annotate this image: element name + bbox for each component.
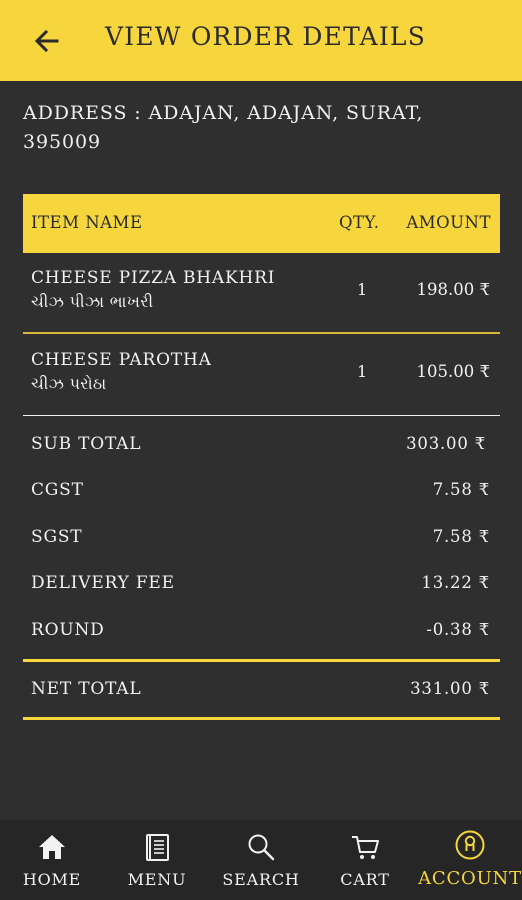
nav-item-home[interactable]: HOME (14, 820, 90, 900)
nav-item-cart[interactable]: CART (334, 820, 396, 900)
nav-item-menu[interactable]: MENU (120, 820, 194, 900)
menu-book-icon (146, 834, 169, 861)
cart-icon (352, 836, 379, 859)
summary-row-cgst: CGST 7.58 ₹ (23, 480, 500, 504)
summary-label: DELIVERY FEE (31, 573, 175, 593)
arrow-left-icon (34, 29, 59, 53)
item-amount: 198.00 ₹ (416, 280, 490, 299)
item-qty: 1 (357, 362, 368, 381)
summary-value: 303.00 ₹ (406, 434, 486, 453)
net-total-top-divider (23, 659, 500, 662)
search-icon (248, 834, 275, 861)
header-qty: QTY. (339, 213, 380, 232)
item-name: CHEESE PAROTHA (31, 350, 212, 370)
item-amount: 105.00 ₹ (416, 362, 490, 381)
item-divider (23, 332, 500, 334)
item-name-gujarati: ચીઝ પરોઠા (31, 374, 107, 393)
net-total-row: NET TOTAL 331.00 ₹ (23, 679, 500, 703)
summary-value: 7.58 ₹ (432, 527, 490, 546)
app-bar: VIEW ORDER DETAILS (0, 0, 522, 81)
summary-row-round: ROUND -0.38 ₹ (23, 620, 500, 644)
summary-label: SUB TOTAL (31, 434, 142, 454)
summary-row-delivery-fee: DELIVERY FEE 13.22 ₹ (23, 573, 500, 597)
summary-label: SGST (31, 527, 83, 547)
nav-label: HOME (22, 870, 82, 889)
item-qty: 1 (357, 280, 368, 299)
summary-row-subtotal: SUB TOTAL 303.00 ₹ (23, 434, 500, 458)
back-button[interactable] (30, 24, 64, 58)
item-name-gujarati: ચીઝ પીઝા ભાખરી (31, 292, 154, 311)
nav-label: CART (340, 870, 390, 889)
items-end-divider (23, 415, 500, 416)
account-icon (455, 830, 485, 860)
summary-label: CGST (31, 480, 84, 500)
net-total-label: NET TOTAL (31, 679, 142, 699)
nav-label: ACCOUNT (418, 868, 522, 889)
bottom-nav: HOME MENU SEARCH CART ACCOUNT (0, 820, 522, 900)
header-item-name: ITEM NAME (31, 213, 143, 232)
nav-item-search[interactable]: SEARCH (218, 820, 304, 900)
summary-value: 13.22 ₹ (421, 573, 490, 592)
delivery-address: ADDRESS : ADAJAN, ADAJAN, SURAT, 395009 (23, 102, 424, 153)
item-name: CHEESE PIZZA BHAKHRI (31, 268, 276, 288)
summary-row-sgst: SGST 7.58 ₹ (23, 527, 500, 551)
summary-label: ROUND (31, 620, 105, 640)
net-total-bottom-divider (23, 717, 500, 720)
summary-value: -0.38 ₹ (426, 620, 490, 639)
nav-label: MENU (127, 870, 187, 889)
net-total-value: 331.00 ₹ (410, 679, 490, 698)
nav-label: SEARCH (222, 870, 300, 889)
page-title: VIEW ORDER DETAILS (105, 22, 427, 51)
table-header: ITEM NAME QTY. AMOUNT (23, 194, 500, 253)
home-icon (39, 835, 65, 859)
summary-value: 7.58 ₹ (432, 480, 490, 499)
header-amount: AMOUNT (406, 213, 491, 232)
nav-item-account[interactable]: ACCOUNT (418, 820, 522, 900)
